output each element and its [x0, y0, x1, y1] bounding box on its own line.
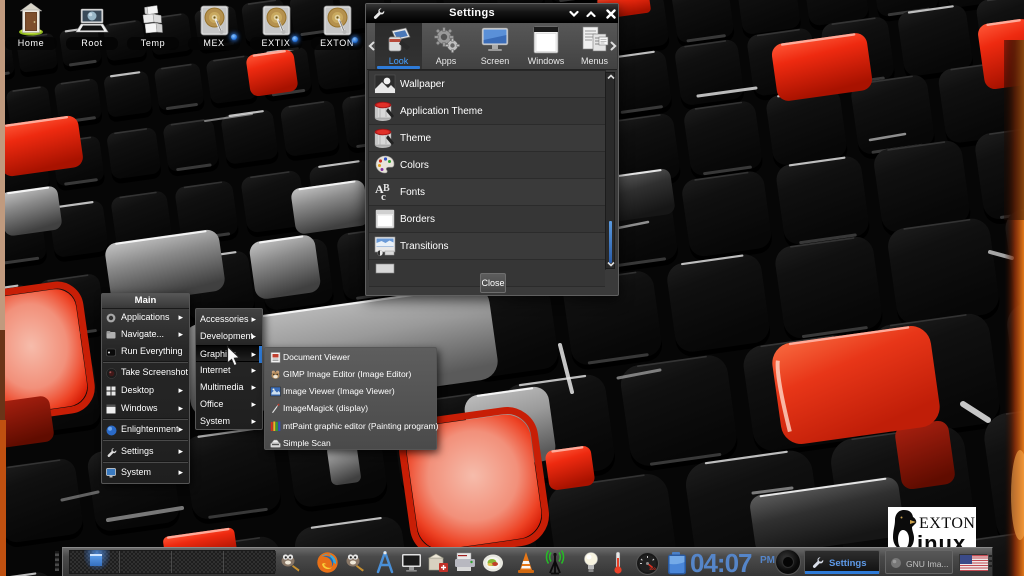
svg-text:100: 100: [649, 566, 656, 571]
svg-text:c: c: [381, 191, 386, 203]
